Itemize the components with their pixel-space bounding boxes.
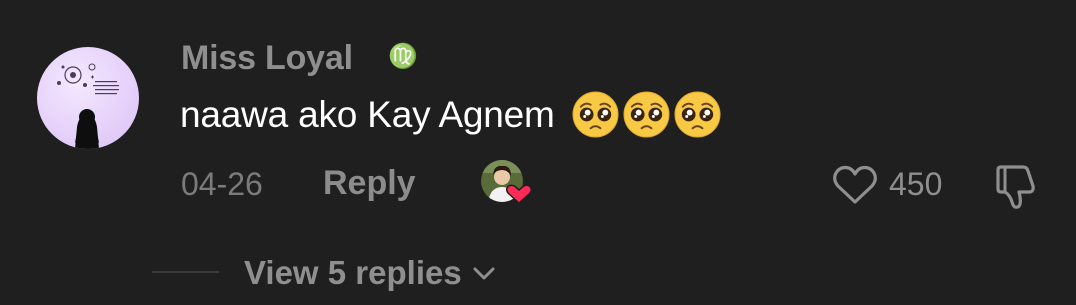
pleading-face-icon (623, 91, 670, 138)
view-replies-label: View 5 replies (244, 254, 462, 291)
thumbs-down-icon[interactable] (992, 162, 1042, 212)
pleading-face-icon (572, 91, 619, 138)
heart-outline-icon[interactable] (832, 164, 878, 206)
pleading-face-icon (674, 91, 721, 138)
chevron-down-icon (473, 267, 495, 280)
creator-liked-icon (481, 160, 532, 205)
reply-button[interactable]: Reply (323, 164, 416, 203)
zodiac-icon: ♍ (388, 43, 418, 70)
comment-text: naawa ako Kay Agnem (180, 93, 555, 135)
comment-body: naawa ako Kay Agnem (180, 90, 722, 139)
replies-divider (152, 271, 219, 273)
avatar-image (57, 63, 119, 149)
view-replies-button[interactable]: View 5 replies (244, 254, 496, 292)
comment-date: 04-26 (181, 166, 263, 202)
username[interactable]: Miss Loyal (181, 39, 353, 78)
avatar[interactable] (37, 47, 139, 149)
like-count: 450 (889, 166, 943, 202)
emoji-group (571, 90, 722, 139)
